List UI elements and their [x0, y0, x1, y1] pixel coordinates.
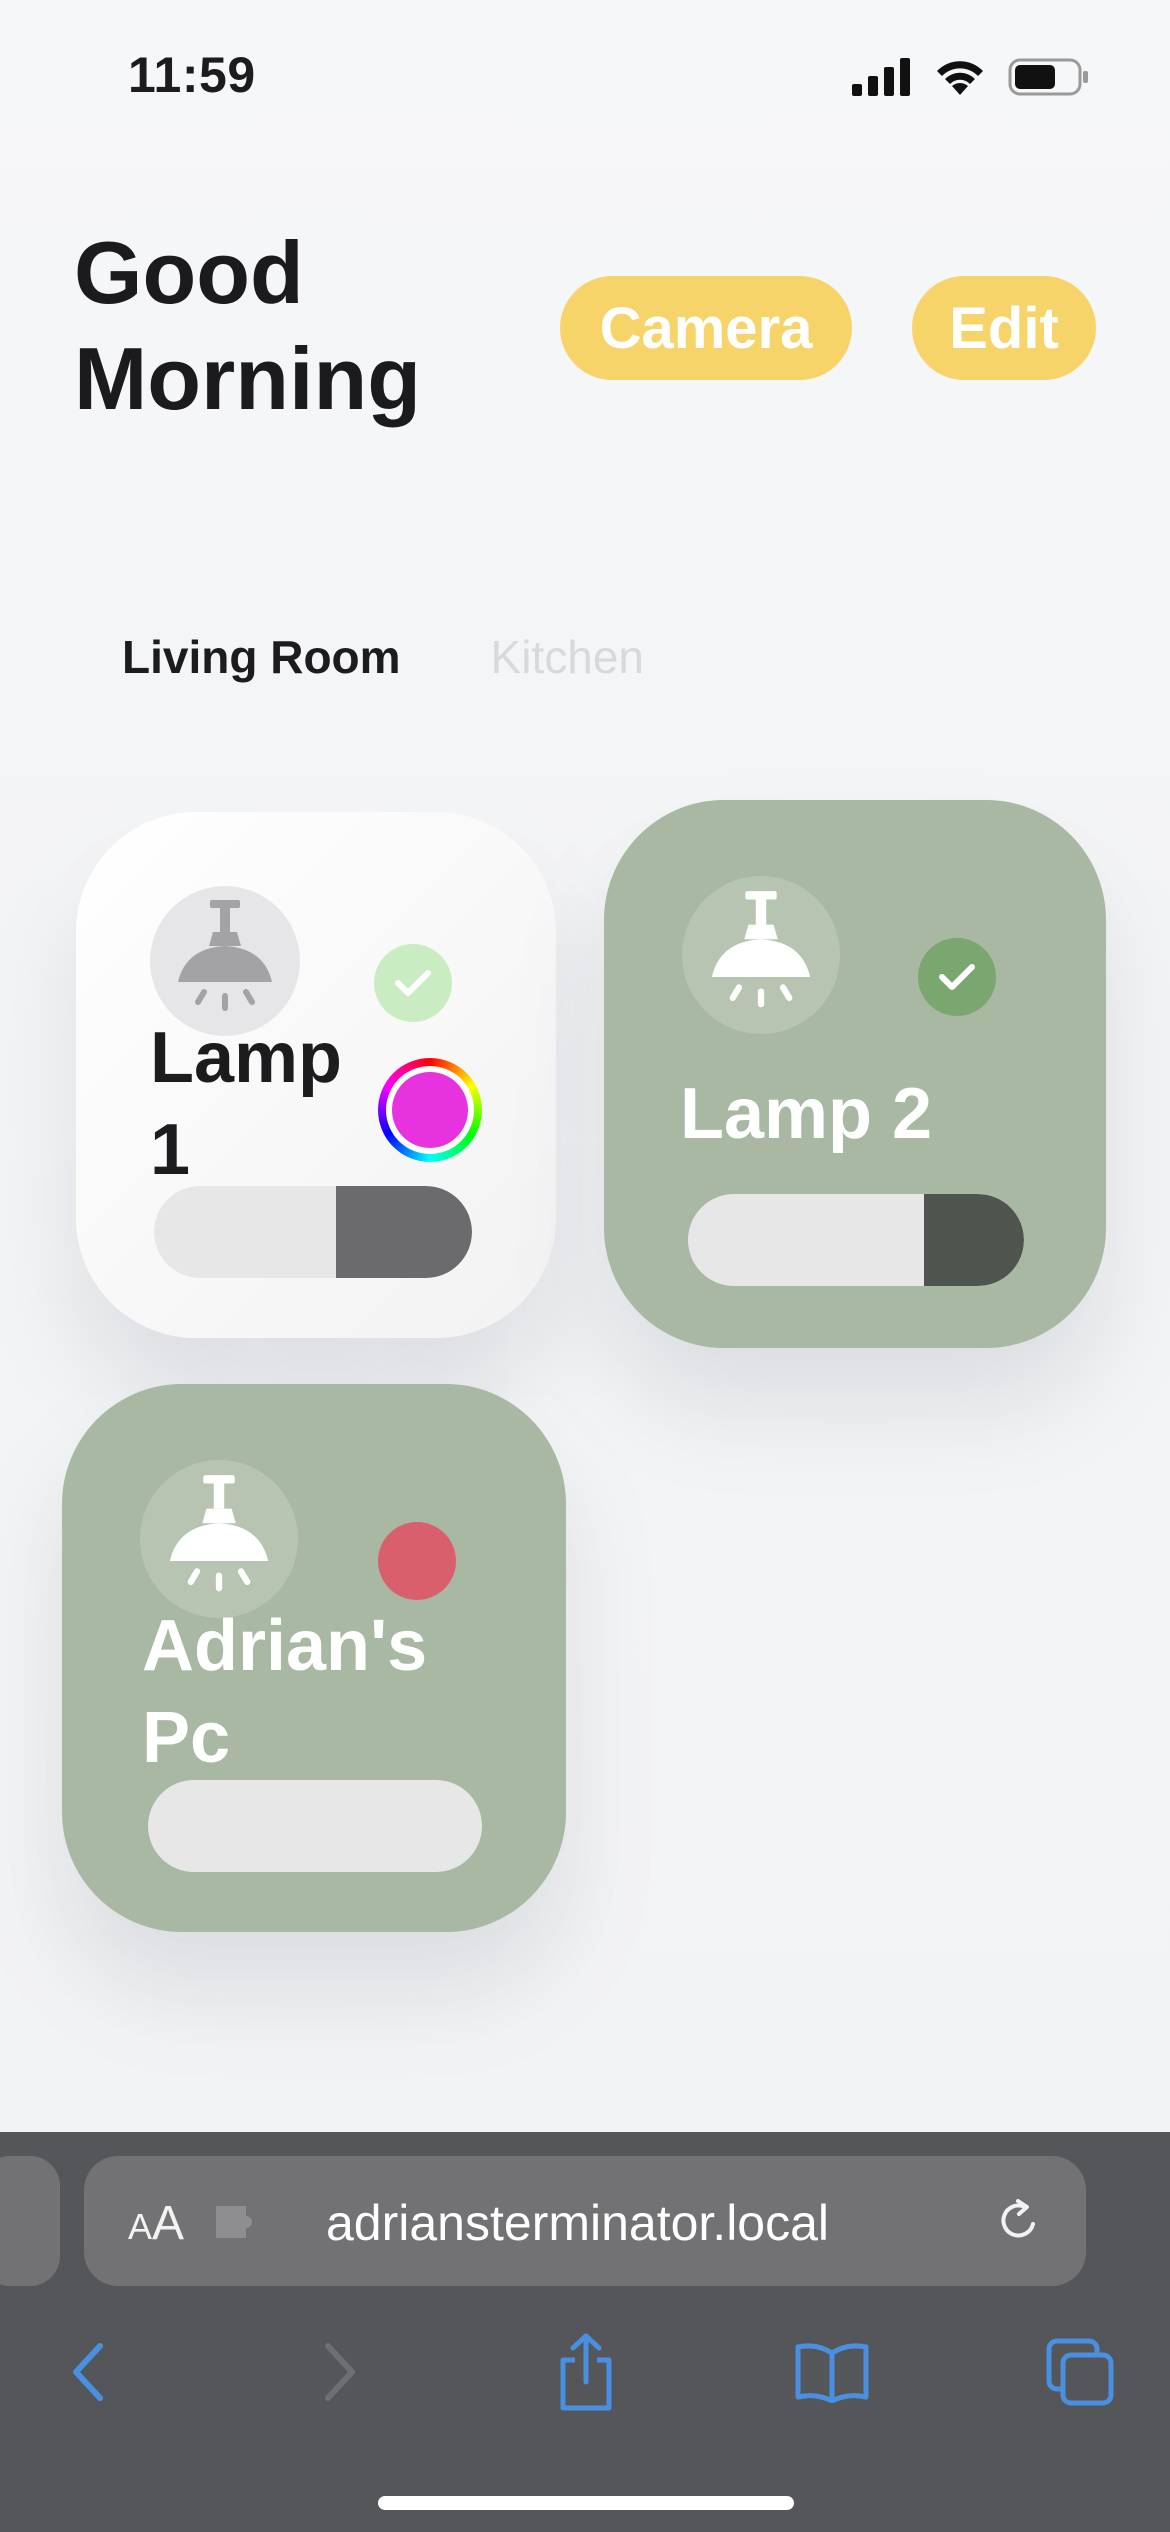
device-icon-wrapper	[140, 1460, 298, 1618]
browser-nav-row	[0, 2322, 1170, 2432]
wifi-icon	[937, 61, 983, 95]
home-indicator[interactable]	[378, 2496, 794, 2510]
back-button[interactable]	[38, 2322, 138, 2422]
checkmark-icon	[939, 964, 975, 990]
room-tabs: Living Room Kitchen	[122, 630, 644, 684]
share-icon	[560, 2333, 612, 2411]
address-bar[interactable]: AA adriansterminator.local	[84, 2156, 1086, 2286]
camera-button[interactable]: Camera	[560, 276, 852, 380]
previous-tab-preview[interactable]	[0, 2156, 60, 2286]
color-picker-button[interactable]	[378, 1058, 482, 1162]
ceiling-lamp-icon	[169, 1475, 269, 1592]
brightness-toggle[interactable]	[154, 1186, 472, 1278]
chevron-right-icon	[325, 2343, 355, 2401]
status-bar: 11:59	[0, 0, 1170, 150]
reader-settings-button[interactable]: AA	[128, 2196, 184, 2251]
url-text: adriansterminator.local	[326, 2195, 830, 2251]
status-time: 11:59	[128, 47, 256, 103]
device-name: Lamp 2	[680, 1074, 933, 1154]
book-icon	[795, 2343, 869, 2403]
reload-icon[interactable]	[992, 2194, 1046, 2248]
toggle-knob	[336, 1186, 472, 1278]
edit-button[interactable]: Edit	[912, 276, 1096, 380]
status-icons	[852, 52, 1090, 102]
forward-button[interactable]	[290, 2322, 390, 2422]
device-card-adrians-pc[interactable]: Adrian's Pc	[62, 1384, 566, 1932]
tab-living-room[interactable]: Living Room	[122, 630, 401, 684]
ceiling-lamp-icon	[711, 891, 811, 1008]
share-button[interactable]	[536, 2322, 636, 2422]
device-card-lamp-1[interactable]: Lamp 1	[76, 812, 556, 1338]
brightness-toggle[interactable]	[688, 1194, 1024, 1286]
device-name: Lamp 1	[150, 1018, 343, 1190]
tabs-icon	[1046, 2338, 1114, 2406]
toggle-knob	[924, 1194, 1024, 1286]
tabs-button[interactable]	[1030, 2322, 1130, 2422]
checkmark-icon	[395, 970, 431, 996]
tab-kitchen[interactable]: Kitchen	[491, 630, 644, 684]
status-ok-badge	[918, 938, 996, 1016]
browser-toolbar: AA adriansterminator.local	[0, 2132, 1170, 2532]
device-name: Adrian's Pc	[142, 1606, 428, 1778]
cellular-signal-icon	[852, 58, 910, 96]
device-card-lamp-2[interactable]: Lamp 2	[604, 800, 1106, 1348]
brightness-toggle[interactable]	[148, 1780, 482, 1872]
status-error-badge	[378, 1522, 456, 1600]
aa-label-text: A	[152, 2197, 185, 2250]
status-ok-badge	[374, 944, 452, 1022]
chevron-left-icon	[73, 2343, 103, 2401]
extension-icon[interactable]	[212, 2202, 266, 2242]
page-title: Good Morning	[74, 223, 422, 428]
battery-icon	[1008, 58, 1088, 96]
bookmarks-button[interactable]	[782, 2322, 882, 2422]
ceiling-lamp-icon	[178, 900, 272, 1011]
device-icon-wrapper	[682, 876, 840, 1034]
